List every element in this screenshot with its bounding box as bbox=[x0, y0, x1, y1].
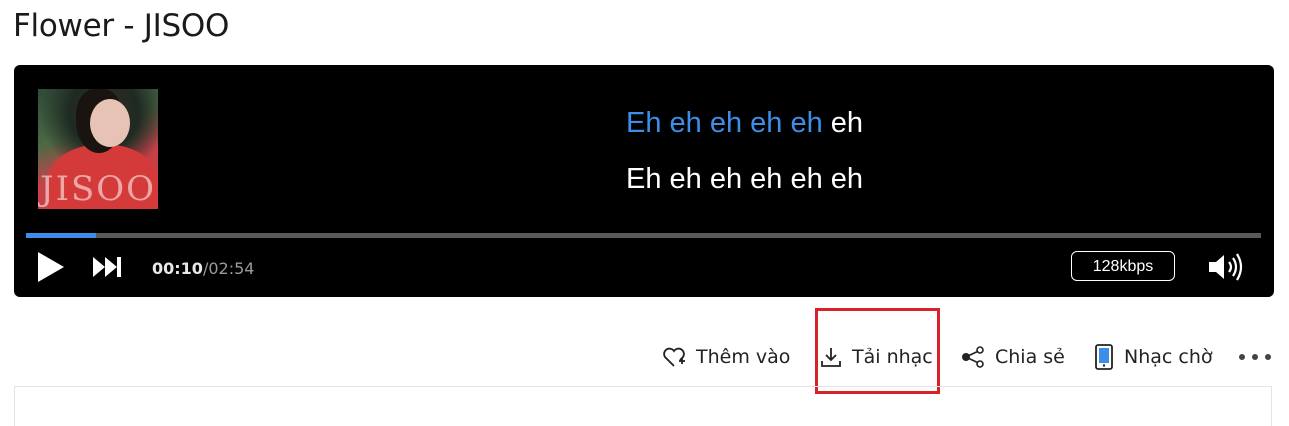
cover-logo-text: JISOO bbox=[39, 169, 157, 209]
share-button[interactable]: Chia sẻ bbox=[961, 340, 1065, 374]
ringtone-button[interactable]: Nhạc chờ bbox=[1094, 340, 1213, 374]
current-time: 00:10 bbox=[152, 259, 203, 278]
lyric-line-next: Eh eh eh eh eh eh bbox=[626, 163, 864, 195]
next-icon bbox=[93, 257, 121, 277]
volume-button[interactable] bbox=[1207, 252, 1247, 282]
total-time: 02:54 bbox=[208, 259, 255, 278]
add-label: Thêm vào bbox=[696, 346, 791, 368]
volume-icon bbox=[1209, 253, 1243, 281]
lyric-sung-part: Eh eh eh eh eh bbox=[626, 107, 823, 139]
heart-plus-icon bbox=[663, 347, 685, 367]
ringtone-label: Nhạc chờ bbox=[1124, 346, 1213, 368]
bitrate-button[interactable]: 128kbps bbox=[1071, 251, 1175, 281]
lyric-remaining-part: eh bbox=[822, 107, 864, 139]
next-button[interactable] bbox=[92, 255, 124, 279]
progress-bar[interactable] bbox=[26, 233, 1261, 238]
phone-icon bbox=[1095, 344, 1113, 370]
progress-fill bbox=[26, 233, 97, 238]
highlight-box bbox=[815, 308, 940, 394]
add-to-playlist-button[interactable]: Thêm vào bbox=[662, 340, 790, 374]
time-display: 00:10/02:54 bbox=[152, 259, 254, 278]
album-cover: JISOO bbox=[38, 89, 158, 209]
share-icon bbox=[962, 346, 984, 368]
action-bar: Thêm vào Tải nhạc Chia sẻ Nhạc chờ bbox=[0, 340, 1289, 374]
more-icon bbox=[1239, 354, 1271, 360]
more-button[interactable] bbox=[1238, 340, 1282, 374]
lyric-line-current: Eh eh eh eh eh eh bbox=[626, 107, 863, 140]
play-button[interactable] bbox=[36, 251, 66, 283]
page-title: Flower - JISOO bbox=[13, 8, 230, 44]
play-icon bbox=[38, 252, 64, 282]
share-label: Chia sẻ bbox=[995, 346, 1065, 368]
music-player: JISOO Eh eh eh eh eh eh Eh eh eh eh eh e… bbox=[14, 65, 1274, 297]
content-panel bbox=[14, 386, 1272, 426]
